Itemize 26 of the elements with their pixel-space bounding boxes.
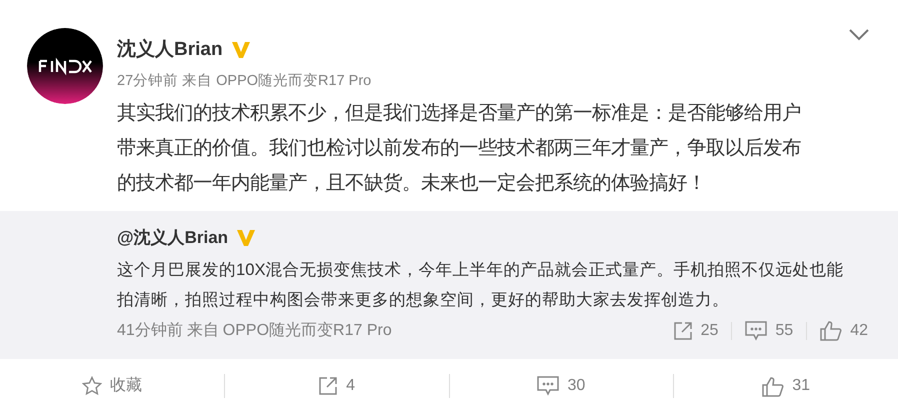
repost-time[interactable]: 41分钟前	[117, 318, 183, 343]
avatar[interactable]	[27, 28, 103, 104]
source-label: 来自	[182, 72, 212, 90]
thumbs-up-icon	[820, 320, 842, 342]
thumbs-up-icon	[762, 376, 784, 397]
author-name[interactable]: 沈义人Brian	[117, 36, 223, 64]
chevron-down-icon[interactable]	[848, 28, 870, 42]
share-button[interactable]: 4	[318, 374, 356, 398]
comment-icon	[745, 320, 768, 341]
comment-button[interactable]: 30	[537, 374, 586, 398]
source-device[interactable]: OPPO随光而变R17 Pro	[216, 70, 372, 92]
source-label: 来自	[186, 320, 219, 341]
post-text: 其实我们的技术积累不少，但是我们选择是否量产的第一标准是：是否能够给用户带来真正的价值。我们也检讨以前发布的一些技术都两三年才量产，争取以后发布的技术都一年内能量产，且不缺货。未来也一定会把系统的体验搞好！	[117, 102, 802, 196]
repost-text: 这个月巴展发的10X混合无损变焦技术，今年上半年的产品就会正式量产。手机拍照不仅远处也能拍清晰，拍照过程中构图会带来更多的想象空间，更好的帮助大家去发挥创造力。	[117, 258, 845, 311]
like-button[interactable]: 31	[762, 374, 810, 398]
post-time[interactable]: 27分钟前	[117, 70, 178, 92]
share-button[interactable]: 25	[672, 318, 718, 343]
like-button[interactable]: 42	[820, 318, 868, 343]
comment-button[interactable]: 55	[745, 318, 794, 343]
share-icon	[672, 320, 693, 341]
repost-author[interactable]: @沈义人Brian	[117, 225, 228, 251]
share-icon	[318, 376, 338, 396]
comment-icon	[537, 376, 560, 396]
source-device[interactable]: OPPO随光而变R17 Pro	[222, 318, 392, 343]
star-icon	[82, 376, 102, 396]
favorite-button[interactable]: 收藏	[82, 374, 142, 398]
